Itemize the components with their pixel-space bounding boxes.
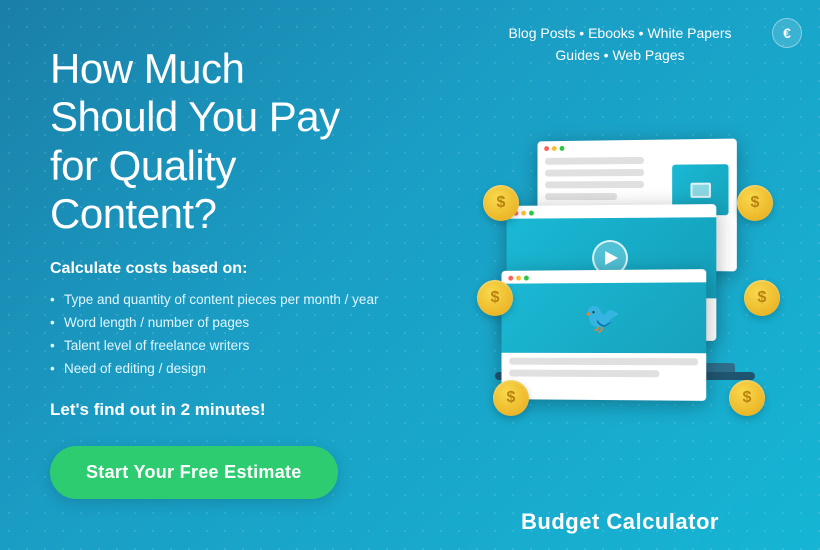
logo-symbol: €	[783, 25, 791, 41]
top-nav: Blog Posts • Ebooks • White Papers Guide…	[420, 22, 820, 67]
tw-line-1	[509, 358, 698, 366]
main-heading: How Much Should You Pay for Quality Cont…	[50, 45, 380, 238]
nav-line-1: Blog Posts • Ebooks • White Papers	[420, 22, 820, 44]
dot-red	[544, 146, 549, 151]
dot-green-b	[524, 276, 529, 281]
bullet-item-4: Need of editing / design	[50, 359, 380, 380]
screen-card-bottom: 🐦	[501, 269, 706, 401]
tw-line-2	[509, 370, 659, 378]
coin-5: $	[744, 280, 780, 316]
sub-heading: Calculate costs based on:	[50, 260, 380, 278]
find-out-text: Let's find out in 2 minutes!	[50, 400, 380, 420]
left-panel: How Much Should You Pay for Quality Cont…	[0, 0, 420, 550]
dot-red-b	[508, 276, 513, 281]
dot-yellow-b	[516, 276, 521, 281]
coin-4: $	[737, 185, 773, 221]
dot-green-m	[529, 211, 534, 216]
budget-calculator-label: Budget Calculator	[420, 509, 820, 535]
twitter-icon: 🐦	[584, 300, 621, 335]
line-1	[545, 157, 644, 165]
screen-stack: 🐦	[495, 140, 755, 400]
line-4	[545, 193, 617, 200]
card-bottom-content	[501, 353, 706, 388]
coin-3: $	[493, 380, 529, 416]
coin-1: $	[483, 185, 519, 221]
laptop-wrapper: $ $ $ $ $ $	[475, 130, 775, 430]
bullet-item-1: Type and quantity of content pieces per …	[50, 290, 380, 311]
dot-green	[560, 146, 565, 151]
bullet-item-3: Talent level of freelance writers	[50, 336, 380, 357]
twitter-bg: 🐦	[501, 282, 706, 353]
main-container: How Much Should You Pay for Quality Cont…	[0, 0, 820, 550]
dot-yellow	[552, 146, 557, 151]
line-2	[545, 169, 644, 177]
bullet-list: Type and quantity of content pieces per …	[50, 290, 380, 382]
bullet-item-2: Word length / number of pages	[50, 313, 380, 334]
right-panel: Blog Posts • Ebooks • White Papers Guide…	[420, 0, 820, 550]
coin-6: $	[729, 380, 765, 416]
logo-icon: €	[772, 18, 802, 48]
dot-yellow-m	[521, 211, 526, 216]
cta-button[interactable]: Start Your Free Estimate	[50, 446, 338, 499]
coin-2: $	[477, 280, 513, 316]
nav-line-2: Guides • Web Pages	[420, 44, 820, 66]
illustration: $ $ $ $ $ $	[430, 70, 820, 490]
play-triangle-icon	[605, 251, 618, 265]
line-3	[545, 181, 644, 188]
